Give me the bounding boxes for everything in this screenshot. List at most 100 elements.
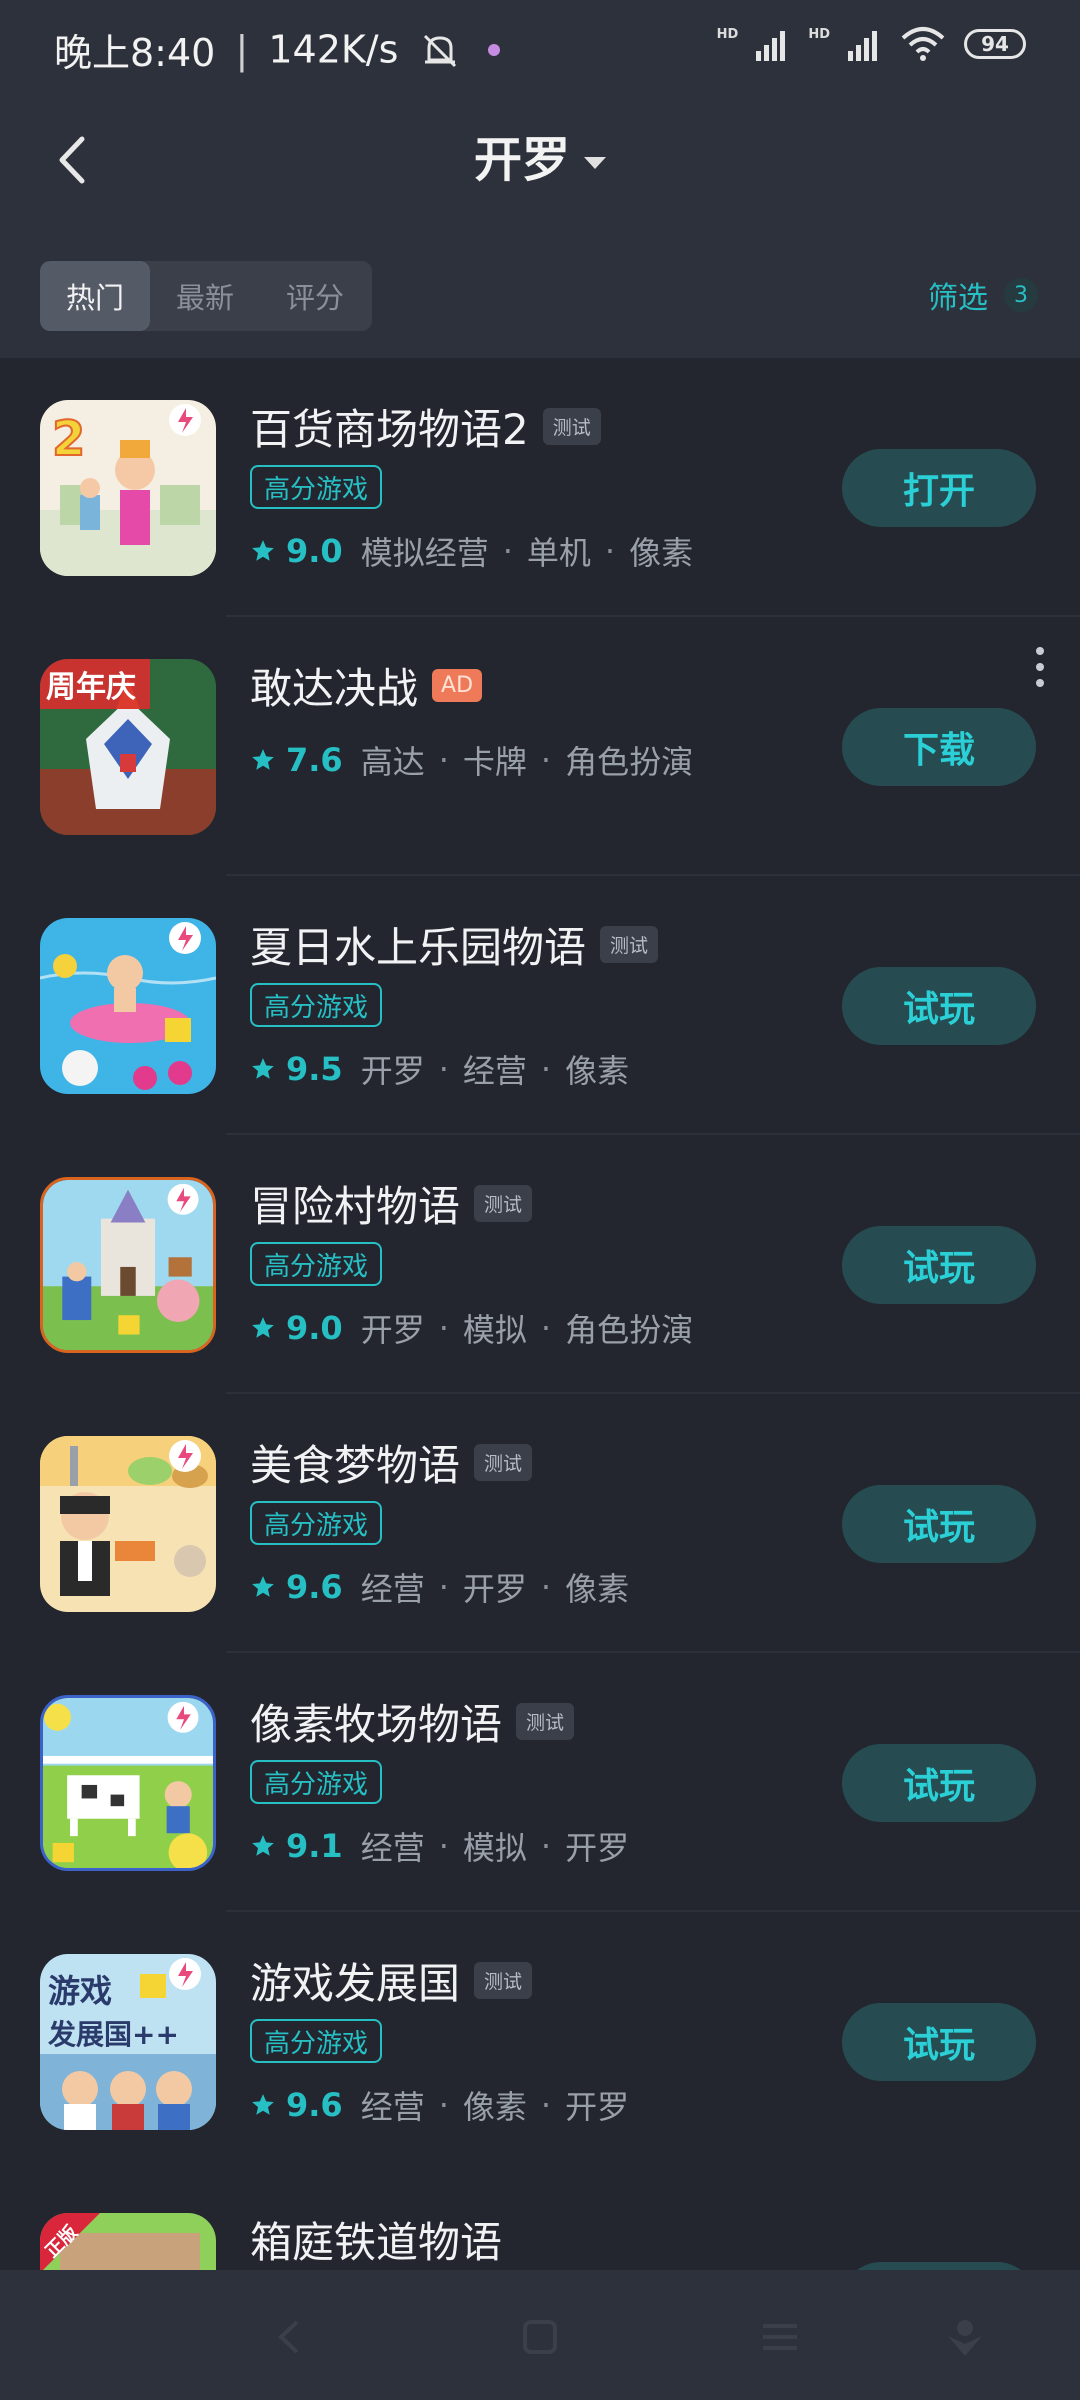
meta-row: 9.0 开罗 · 模拟 · 角色扮演: [250, 1305, 693, 1351]
game-icon[interactable]: 游戏 发展国++: [40, 1954, 216, 2130]
game-icon[interactable]: [40, 1177, 216, 1353]
ad-badge: AD: [432, 669, 483, 702]
tab-rating[interactable]: 评分: [260, 261, 370, 331]
page-title-text: 开罗: [473, 132, 570, 188]
nav-home-icon[interactable]: [515, 2312, 565, 2362]
status-left: 晚上8:40 | 142K/s: [54, 22, 503, 77]
try-play-button[interactable]: 试玩: [842, 1485, 1036, 1563]
game-icon[interactable]: [40, 1436, 216, 1612]
chevron-down-icon: [584, 157, 606, 169]
star-icon: [252, 1317, 274, 1338]
score: 9.0: [286, 1309, 343, 1347]
nav-assistant-icon[interactable]: [940, 2312, 990, 2362]
tag: 像素: [462, 2088, 527, 2126]
open-button[interactable]: 打开: [842, 449, 1036, 527]
game-name: 敢达决战: [250, 664, 419, 713]
title-row: 夏日水上乐园物语 测试: [250, 914, 659, 975]
game-name: 夏日水上乐园物语: [250, 923, 587, 972]
tag: 单机: [526, 534, 591, 572]
status-time: 晚上8:40: [54, 31, 216, 75]
game-icon[interactable]: 周年庆: [40, 659, 216, 835]
icon-text: 游戏: [48, 1972, 112, 2010]
wifi-icon: [901, 27, 945, 61]
title-row: 游戏发展国 测试: [250, 1950, 533, 2011]
signal-icon: [756, 31, 786, 61]
tag: 像素: [565, 1052, 630, 1090]
tag: 模拟: [462, 1311, 527, 1349]
star-icon: [252, 540, 274, 561]
list-item[interactable]: 冒险村物语 测试 高分游戏 9.0 开罗 · 模拟 · 角色扮演 试玩: [0, 1135, 1080, 1394]
download-button[interactable]: 下载: [842, 708, 1036, 786]
score: 9.5: [286, 1050, 343, 1088]
game-name: 像素牧场物语: [250, 1700, 503, 1749]
header: 晚上8:40 | 142K/s HD HD 94 开罗 热门 最新 评分 筛选 …: [0, 0, 1080, 358]
tag: 经营: [360, 1570, 425, 1608]
test-badge: 测试: [474, 1185, 533, 1222]
status-bar: 晚上8:40 | 142K/s HD HD 94: [0, 0, 1080, 104]
list-item[interactable]: 美食梦物语 测试 高分游戏 9.6 经营 · 开罗 · 像素 试玩: [0, 1394, 1080, 1653]
filter-button[interactable]: 筛选 3: [928, 273, 1038, 317]
tag: 高达: [360, 743, 425, 781]
system-nav-bar: [0, 2270, 1080, 2400]
try-play-button[interactable]: 试玩: [842, 967, 1036, 1045]
status-right: HD HD 94: [717, 26, 1026, 62]
filter-count-badge: 3: [1004, 278, 1038, 312]
try-play-button[interactable]: 试玩: [842, 2003, 1036, 2081]
more-options-icon[interactable]: [1030, 643, 1050, 691]
star-icon: [252, 749, 274, 770]
tag: 开罗: [462, 1570, 527, 1608]
list-item[interactable]: 游戏 发展国++ 游戏发展国 测试 高分游戏 9.6 经营· 像素· 开罗: [0, 1912, 1080, 2171]
tag: 开罗: [565, 1829, 630, 1867]
nav-menu-icon[interactable]: [755, 2312, 805, 2362]
try-play-button[interactable]: 试玩: [842, 1744, 1036, 1822]
game-name: 游戏发展国: [250, 1959, 461, 2008]
meta-row: 9.6 经营 · 像素 · 开罗: [250, 2082, 629, 2128]
title-row: 像素牧场物语 测试: [250, 1691, 575, 1752]
status-speed: 142K/s: [268, 27, 399, 72]
game-icon[interactable]: [40, 1695, 216, 1871]
test-badge: 测试: [474, 1962, 533, 1999]
score: 9.1: [286, 1827, 343, 1865]
title-row: 百货商场物语2 测试: [250, 396, 601, 457]
meta-row: 9.1 经营 · 模拟 · 开罗: [250, 1823, 629, 1869]
test-badge: 测试: [600, 926, 659, 963]
score: 9.0: [286, 532, 343, 570]
app-notification-icon: [487, 43, 500, 56]
game-list: 2 百货商场物语2 测试 高分游戏 9.0 模拟经营· 单机· 像素 打开: [0, 358, 1080, 2270]
test-badge: 测试: [542, 408, 601, 445]
list-item-ad[interactable]: 周年庆 敢达决战 AD 7.6 高达 · 卡牌 · 角色扮演 下载: [0, 617, 1080, 876]
tab-latest[interactable]: 最新: [150, 261, 260, 331]
high-score-badge: 高分游戏: [250, 983, 383, 1027]
title-row: 箱庭铁道物语: [250, 2209, 502, 2270]
list-item[interactable]: 正版 箱庭铁道物语: [0, 2171, 1080, 2270]
tab-hot[interactable]: 热门: [40, 261, 150, 331]
game-name: 冒险村物语: [250, 1182, 461, 1231]
icon-text: 发展国++: [47, 2018, 179, 2051]
page-title[interactable]: 开罗: [0, 120, 1080, 190]
list-item[interactable]: 夏日水上乐园物语 测试 高分游戏 9.5 开罗 · 经营 · 像素 试玩: [0, 876, 1080, 1135]
try-play-button[interactable]: 试玩: [842, 1226, 1036, 1304]
filter-label: 筛选: [928, 281, 988, 316]
tag: 卡牌: [462, 743, 527, 781]
game-icon[interactable]: [40, 918, 216, 1094]
tag: 角色扮演: [565, 1311, 694, 1349]
tag: 经营: [360, 1829, 425, 1867]
game-name: 箱庭铁道物语: [250, 2218, 503, 2267]
game-icon[interactable]: 正版: [40, 2213, 216, 2270]
tag: 开罗: [360, 1052, 425, 1090]
mute-icon: [423, 34, 456, 67]
list-item[interactable]: 像素牧场物语 测试 高分游戏 9.1 经营 · 模拟 · 开罗 试玩: [0, 1653, 1080, 1912]
icon-text: 2: [52, 411, 85, 467]
high-score-badge: 高分游戏: [250, 2019, 383, 2063]
tag: 角色扮演: [565, 743, 694, 781]
score: 9.6: [286, 1568, 343, 1606]
test-badge: 测试: [516, 1703, 575, 1740]
action-button[interactable]: [842, 2262, 1036, 2270]
list-item[interactable]: 2 百货商场物语2 测试 高分游戏 9.0 模拟经营 · 单机 · 像素 打开: [0, 358, 1080, 617]
game-icon[interactable]: 2: [40, 400, 216, 576]
signal-icon-2: [848, 31, 877, 61]
tag: 模拟: [462, 1829, 527, 1867]
title-row: 冒险村物语 测试: [250, 1173, 533, 1234]
nav-back-icon[interactable]: [265, 2312, 315, 2362]
game-name: 百货商场物语2: [250, 405, 529, 454]
